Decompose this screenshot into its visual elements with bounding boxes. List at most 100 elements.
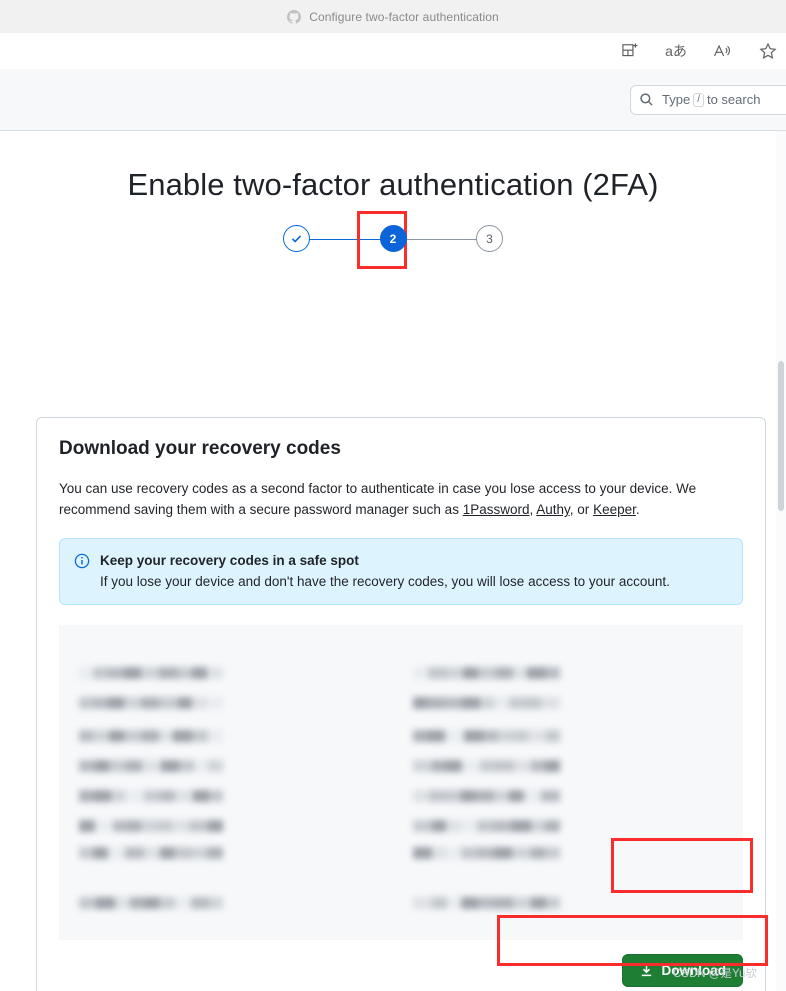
split-screen-icon[interactable]: [618, 39, 642, 63]
search-placeholder-suffix: to search: [706, 92, 761, 107]
browser-tab[interactable]: Configure two-factor authentication: [277, 3, 509, 30]
code-block: [429, 790, 447, 802]
check-icon: [291, 235, 302, 243]
code-block: [462, 760, 480, 772]
code-block: [413, 820, 432, 832]
code-block: [513, 897, 531, 909]
code-block: [115, 897, 130, 909]
code-block: [124, 667, 141, 679]
recovery-code-blurred: [79, 847, 231, 859]
code-block: [413, 897, 432, 909]
step-3-upcoming[interactable]: 3: [476, 225, 503, 252]
code-block: [480, 697, 495, 709]
card-title: Download your recovery codes: [59, 438, 341, 459]
code-block: [142, 760, 161, 772]
translate-icon[interactable]: aあ: [664, 39, 688, 63]
recovery-codes-card: Download your recovery codes You can use…: [36, 417, 766, 991]
browser-toolbar: aあ: [0, 33, 786, 69]
code-block: [446, 820, 461, 832]
recovery-code-blurred: [413, 667, 565, 679]
page-scrollbar-track[interactable]: [776, 131, 786, 991]
code-block: [462, 697, 480, 709]
favorites-star-icon[interactable]: [756, 39, 780, 63]
code-block: [144, 790, 160, 802]
banner-text: If you lose your device and don't have t…: [100, 574, 670, 589]
code-block: [475, 790, 494, 802]
code-block: [541, 790, 560, 802]
read-aloud-icon[interactable]: [710, 39, 734, 63]
code-block: [477, 820, 494, 832]
code-block: [159, 897, 175, 909]
code-block: [124, 697, 141, 709]
search-input[interactable]: Type / to search: [630, 84, 786, 115]
code-block: [125, 790, 144, 802]
code-block: [209, 790, 223, 802]
link-authy[interactable]: Authy: [536, 502, 570, 517]
code-block: [141, 667, 159, 679]
recovery-code-blurred: [79, 697, 231, 709]
recovery-code-blurred: [413, 897, 565, 909]
code-block: [93, 667, 108, 679]
code-block: [531, 820, 545, 832]
code-block: [192, 697, 207, 709]
code-block: [546, 667, 560, 679]
code-block: [95, 760, 109, 772]
link-1password[interactable]: 1Password: [463, 502, 530, 517]
code-block: [208, 820, 223, 832]
code-block: [443, 697, 462, 709]
code-block: [142, 730, 159, 742]
code-block: [159, 730, 173, 742]
search-placeholder: Type / to search: [662, 92, 760, 107]
code-block: [413, 760, 432, 772]
code-block: [178, 667, 192, 679]
code-block: [125, 847, 144, 859]
code-block: [96, 897, 115, 909]
code-block: [145, 897, 159, 909]
step-2-active[interactable]: 2: [379, 225, 407, 252]
recovery-code-blurred: [413, 730, 565, 742]
code-block: [209, 897, 223, 909]
code-block: [432, 847, 446, 859]
code-block: [192, 730, 208, 742]
code-block: [174, 847, 192, 859]
code-block: [413, 697, 427, 709]
code-block: [191, 897, 209, 909]
code-block: [509, 697, 526, 709]
code-block: [531, 847, 545, 859]
code-block: [478, 667, 496, 679]
code-block: [428, 667, 447, 679]
code-block: [494, 820, 512, 832]
code-block: [512, 730, 528, 742]
recovery-code-blurred: [79, 730, 231, 742]
code-block: [108, 847, 125, 859]
page-scrollbar-thumb[interactable]: [778, 361, 784, 511]
code-block: [461, 820, 477, 832]
browser-tab-title: Configure two-factor authentication: [309, 9, 499, 24]
info-circle-icon: [74, 553, 90, 569]
code-block: [79, 897, 96, 909]
code-block: [545, 760, 560, 772]
code-block: [207, 667, 223, 679]
banner-title: Keep your recovery codes in a safe spot: [100, 553, 359, 568]
step-1-completed[interactable]: [283, 225, 310, 252]
link-keeper[interactable]: Keeper: [593, 502, 636, 517]
code-block: [494, 790, 509, 802]
code-block: [157, 820, 172, 832]
csdn-watermark: CSDN @是Yu欤: [673, 968, 757, 980]
github-header: Type / to search: [0, 69, 786, 131]
code-block: [159, 667, 178, 679]
code-block: [144, 847, 160, 859]
card-description: You can use recovery codes as a second f…: [59, 478, 743, 520]
code-block: [446, 760, 462, 772]
search-placeholder-prefix: Type: [662, 92, 691, 107]
code-block: [413, 730, 428, 742]
code-block: [192, 847, 207, 859]
code-block: [173, 730, 192, 742]
browser-window: Configure two-factor authentication aあ T…: [0, 0, 786, 991]
code-block: [446, 847, 461, 859]
code-block: [413, 790, 429, 802]
code-block: [194, 760, 208, 772]
code-block: [513, 667, 527, 679]
code-block: [498, 730, 512, 742]
code-block: [494, 847, 512, 859]
